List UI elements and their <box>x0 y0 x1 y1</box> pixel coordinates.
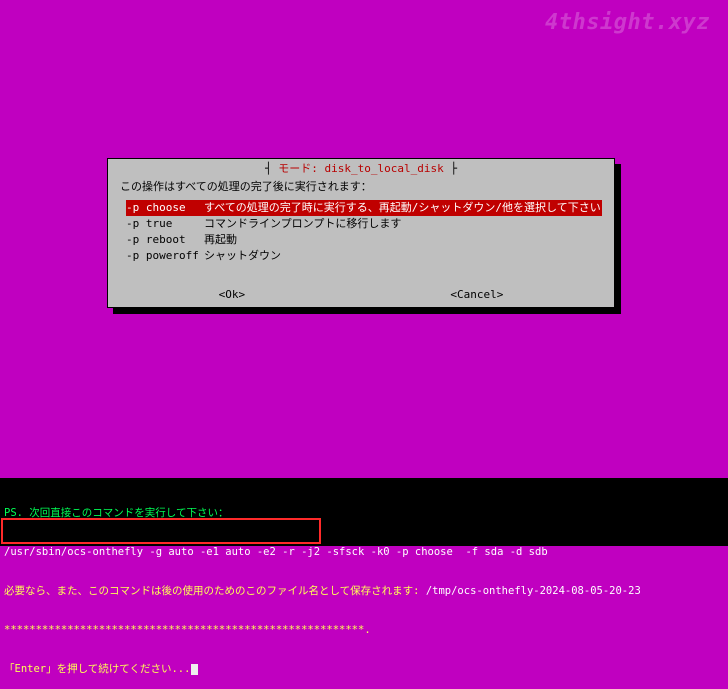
terminal-output: PS. 次回直接このコマンドを実行して下さい： /usr/sbin/ocs-on… <box>0 478 728 546</box>
watermark-text: 4thsight.xyz <box>545 10 710 35</box>
option-p-poweroff[interactable]: -p poweroff シャットダウン <box>126 248 606 264</box>
option-flag: -p poweroff <box>126 248 204 264</box>
dialog-title-row: ┤ モード: disk_to_local_disk ├ <box>116 162 606 176</box>
cancel-button[interactable]: <Cancel> <box>446 288 507 301</box>
option-p-reboot[interactable]: -p reboot 再起動 <box>126 232 606 248</box>
option-flag: -p true <box>126 216 204 232</box>
option-desc: シャットダウン <box>204 248 281 264</box>
option-desc: すべての処理の完了時に実行する、再起動/シャットダウン/他を選択して下さい <box>204 200 601 216</box>
cursor-icon <box>191 664 198 675</box>
terminal-line-3: 必要なら、また、このコマンドは後の使用のためのこのファイル名として保存されます:… <box>4 585 724 598</box>
mode-dialog: ┤ モード: disk_to_local_disk ├ この操作はすべての処理の… <box>107 158 615 308</box>
dialog-title: モード: disk_to_local_disk <box>278 162 443 175</box>
option-flag: -p choose <box>126 200 204 216</box>
terminal-command: /usr/sbin/ocs-onthefly -g auto -e1 auto … <box>4 546 724 559</box>
option-desc: コマンドラインプロンプトに移行します <box>204 216 401 232</box>
terminal-enter-prompt[interactable]: 「Enter」を押して続けてください... <box>4 663 724 676</box>
terminal-line-4: ****************************************… <box>4 624 724 637</box>
ok-button[interactable]: <Ok> <box>215 288 250 301</box>
dialog-prompt: この操作はすべての処理の完了後に実行されます： <box>120 179 606 194</box>
dialog-buttons: <Ok> <Cancel> <box>116 288 606 301</box>
terminal-line-1: PS. 次回直接このコマンドを実行して下さい： <box>4 507 724 520</box>
option-p-choose[interactable]: -p choose すべての処理の完了時に実行する、再起動/シャットダウン/他を… <box>126 200 602 216</box>
option-flag: -p reboot <box>126 232 204 248</box>
option-p-true[interactable]: -p true コマンドラインプロンプトに移行します <box>126 216 606 232</box>
option-desc: 再起動 <box>204 232 237 248</box>
